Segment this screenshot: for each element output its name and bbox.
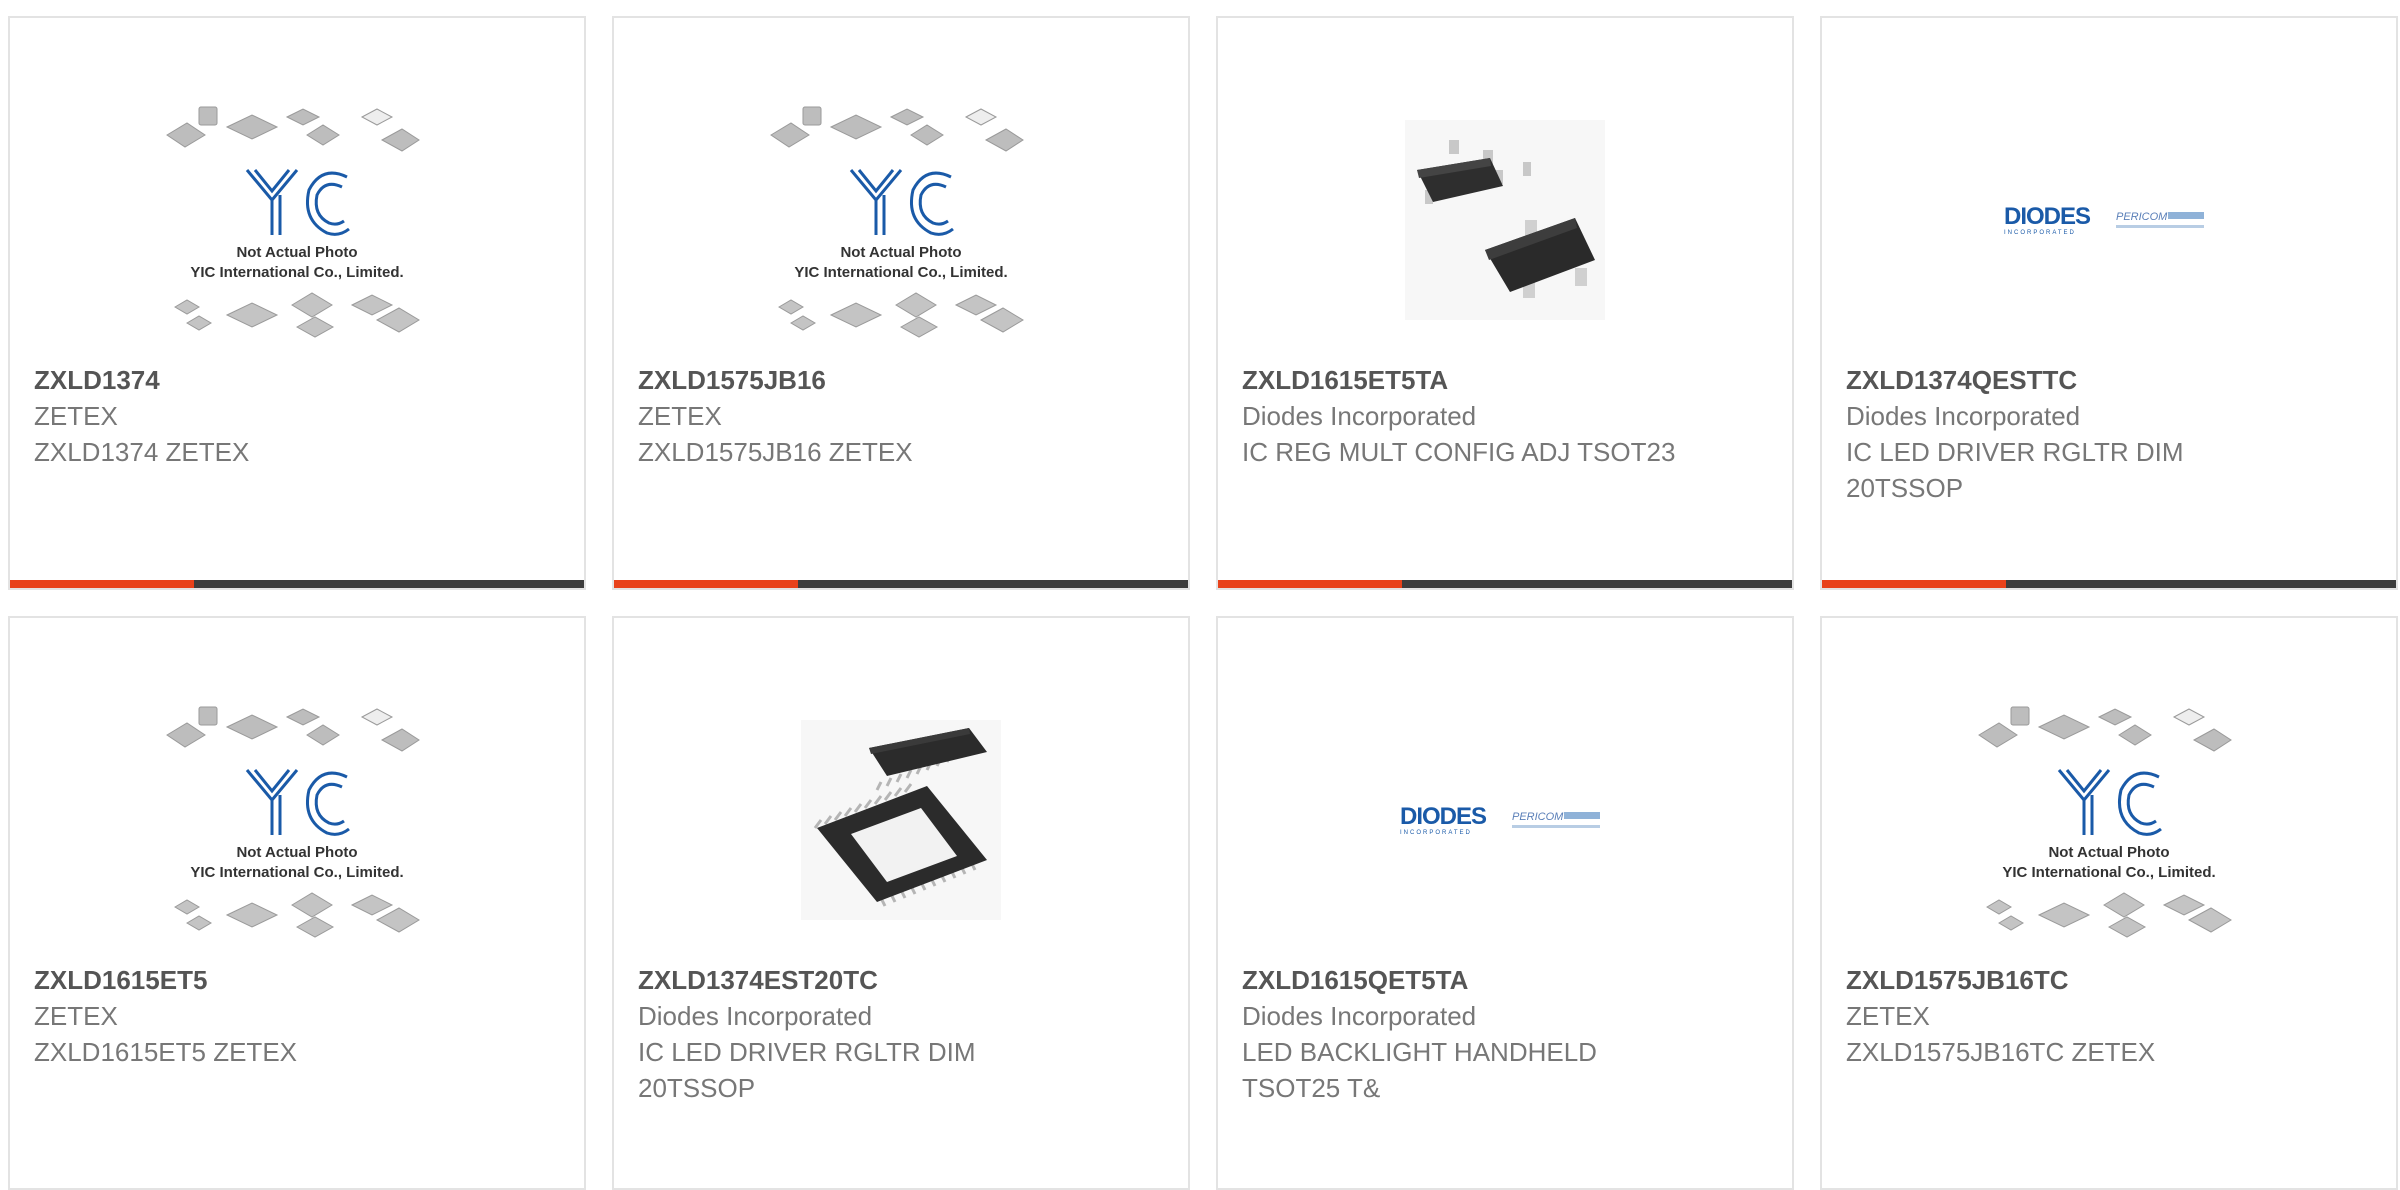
placeholder-line1: Not Actual Photo (236, 244, 357, 261)
card-accent-bar (1822, 580, 2006, 588)
part-number[interactable]: ZXLD1615ET5TA (1242, 362, 1768, 398)
diodes-brand-text: DIODES (2004, 203, 2091, 230)
yic-placeholder-image[interactable]: Not Actual Photo YIC International Co., … (10, 80, 584, 360)
manufacturer: ZETEX (34, 401, 118, 431)
manufacturer: Diodes Incorporated (1846, 401, 2081, 431)
description: IC REG MULT CONFIG ADJ TSOT23 (1242, 437, 1676, 467)
yic-placeholder-graphic: Not Actual Photo YIC International Co., … (1978, 706, 2232, 938)
yic-placeholder-graphic: Not Actual Photo YIC International Co., … (770, 106, 1024, 338)
diodes-tagline-text: INCORPORATED (1400, 830, 1472, 836)
card-accent-bar (1218, 580, 1402, 588)
product-card[interactable]: DIODES INCORPORATED PERICOM ZXLD1615QET5… (1216, 616, 1794, 1190)
sot23-chip-image[interactable] (1218, 80, 1792, 360)
placeholder-line2: YIC International Co., Limited. (190, 264, 403, 281)
description: IC LED DRIVER RGLTR DIM 20TSSOP (1846, 437, 2184, 503)
part-number[interactable]: ZXLD1615ET5 (34, 962, 560, 998)
diodes-brand-text: DIODES (1400, 803, 1487, 830)
pericom-text: PERICOM (1512, 811, 1564, 823)
diodes-tagline-text: INCORPORATED (2004, 230, 2076, 236)
placeholder-line2: YIC International Co., Limited. (2002, 864, 2215, 881)
manufacturer: ZETEX (638, 401, 722, 431)
manufacturer: ZETEX (1846, 1001, 1930, 1031)
manufacturer: Diodes Incorporated (1242, 1001, 1477, 1031)
description: LED BACKLIGHT HANDHELD TSOT25 T& (1242, 1037, 1597, 1103)
description: ZXLD1374 ZETEX (34, 437, 250, 467)
manufacturer: Diodes Incorporated (1242, 401, 1477, 431)
diodes-logo-graphic: DIODES INCORPORATED PERICOM (2004, 203, 2204, 236)
yic-placeholder-graphic: Not Actual Photo YIC International Co., … (166, 106, 420, 338)
pericom-text: PERICOM (2116, 211, 2168, 223)
part-number[interactable]: ZXLD1575JB16TC (1846, 962, 2372, 998)
product-card[interactable]: Not Actual Photo YIC International Co., … (1820, 616, 2398, 1190)
part-number[interactable]: ZXLD1575JB16 (638, 362, 1164, 398)
product-card[interactable]: ZXLD1615ET5TA Diodes Incorporated IC REG… (1216, 16, 1794, 590)
part-number[interactable]: ZXLD1374EST20TC (638, 962, 1164, 998)
placeholder-line1: Not Actual Photo (236, 844, 357, 861)
product-card[interactable]: DIODES INCORPORATED PERICOM ZXLD1374QEST… (1820, 16, 2398, 590)
description: IC LED DRIVER RGLTR DIM 20TSSOP (638, 1037, 976, 1103)
product-card[interactable]: ZXLD1374EST20TC Diodes Incorporated IC L… (612, 616, 1190, 1190)
placeholder-line1: Not Actual Photo (840, 244, 961, 261)
card-bottom-bar (1822, 580, 2396, 588)
placeholder-line2: YIC International Co., Limited. (794, 264, 1007, 281)
manufacturer: ZETEX (34, 1001, 118, 1031)
diodes-logo-image[interactable]: DIODES INCORPORATED PERICOM (1218, 680, 1792, 960)
card-bottom-bar (614, 580, 1188, 588)
description: ZXLD1615ET5 ZETEX (34, 1037, 297, 1067)
tssop-chip-image[interactable] (614, 680, 1188, 960)
tssop-chip-graphic (801, 720, 1001, 920)
part-number[interactable]: ZXLD1374QESTTC (1846, 362, 2372, 398)
product-card[interactable]: Not Actual Photo YIC International Co., … (612, 16, 1190, 590)
product-card[interactable]: Not Actual Photo YIC International Co., … (8, 16, 586, 590)
part-number[interactable]: ZXLD1615QET5TA (1242, 962, 1768, 998)
card-bottom-bar (10, 580, 584, 588)
yic-placeholder-image[interactable]: Not Actual Photo YIC International Co., … (614, 80, 1188, 360)
card-accent-bar (614, 580, 798, 588)
diodes-logo-graphic: DIODES INCORPORATED PERICOM (1400, 803, 1600, 836)
sot23-chip-graphic (1405, 120, 1605, 320)
placeholder-line2: YIC International Co., Limited. (190, 864, 403, 881)
yic-placeholder-image[interactable]: Not Actual Photo YIC International Co., … (1822, 680, 2396, 960)
yic-placeholder-graphic: Not Actual Photo YIC International Co., … (166, 706, 420, 938)
card-bottom-bar (1218, 580, 1792, 588)
description: ZXLD1575JB16 ZETEX (638, 437, 913, 467)
yic-placeholder-image[interactable]: Not Actual Photo YIC International Co., … (10, 680, 584, 960)
card-accent-bar (10, 580, 194, 588)
description: ZXLD1575JB16TC ZETEX (1846, 1037, 2156, 1067)
product-grid: Not Actual Photo YIC International Co., … (8, 16, 2400, 1190)
placeholder-line1: Not Actual Photo (2048, 844, 2169, 861)
product-card[interactable]: Not Actual Photo YIC International Co., … (8, 616, 586, 1190)
part-number[interactable]: ZXLD1374 (34, 362, 560, 398)
diodes-logo-image[interactable]: DIODES INCORPORATED PERICOM (1822, 80, 2396, 360)
manufacturer: Diodes Incorporated (638, 1001, 873, 1031)
